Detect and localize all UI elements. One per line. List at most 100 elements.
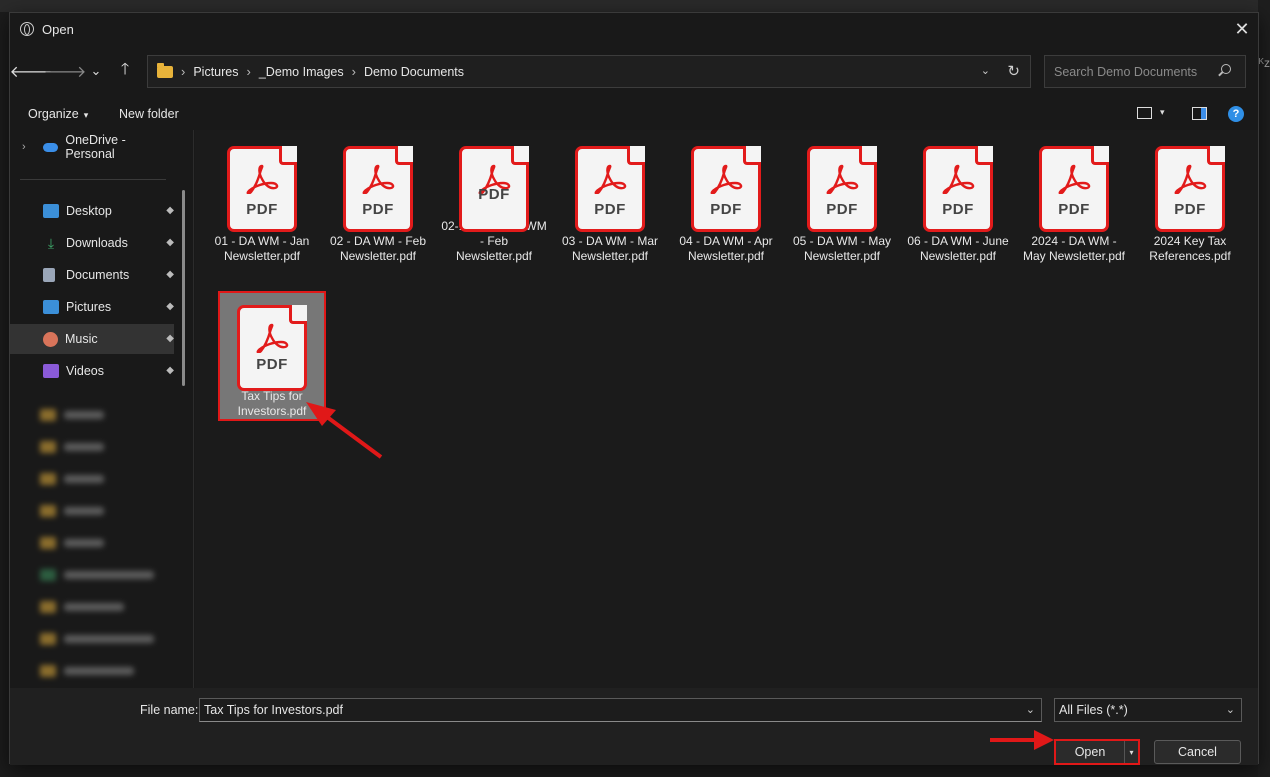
folder-icon xyxy=(157,62,173,78)
sidebar-item-label: Videos xyxy=(66,364,104,378)
address-bar[interactable]: › Pictures › _Demo Images › Demo Documen… xyxy=(147,55,1031,88)
file-name: 02 - DA WM - Feb Newsletter.pdf xyxy=(329,234,427,263)
videos-icon xyxy=(43,364,59,378)
file-item[interactable]: PDF 04 - DA WM - Apr Newsletter.pdf xyxy=(672,134,780,264)
blurred-folder-item[interactable] xyxy=(40,662,170,680)
file-item[interactable]: PDF 03 - DA WM - Mar Newsletter.pdf xyxy=(556,134,664,264)
acrobat-logo-icon xyxy=(256,323,289,353)
sidebar-scrollbar[interactable] xyxy=(182,190,185,386)
pdf-file-icon: PDF xyxy=(807,146,877,232)
open-button-label: Open xyxy=(1074,745,1106,759)
help-button[interactable]: ? xyxy=(1228,106,1244,122)
up-button[interactable]: 🡑 xyxy=(113,59,137,83)
blurred-folder-item[interactable] xyxy=(40,534,170,552)
view-options-icon[interactable] xyxy=(1137,107,1152,119)
sidebar-divider xyxy=(20,179,166,180)
pin-icon[interactable]: ◆ xyxy=(166,301,174,312)
blurred-folder-item[interactable] xyxy=(40,566,170,584)
back-button[interactable]: 🡐 xyxy=(10,59,53,83)
breadcrumb-pictures[interactable]: Pictures xyxy=(193,65,238,79)
pictures-icon xyxy=(43,300,59,314)
cancel-button[interactable]: Cancel xyxy=(1154,740,1241,764)
sidebar-item-music[interactable]: Music ◆ xyxy=(10,324,174,354)
sidebar-item-label: Desktop xyxy=(66,204,112,218)
file-item[interactable]: PDF 2024 Key Tax References.pdf xyxy=(1136,134,1244,264)
pdf-file-icon: PDF xyxy=(575,146,645,232)
recent-locations-button[interactable]: ⌄ xyxy=(84,59,108,83)
acrobat-logo-icon xyxy=(710,164,743,194)
search-icon xyxy=(1221,64,1231,74)
file-type-label: PDF xyxy=(1058,201,1090,218)
sidebar-item-onedrive[interactable]: › OneDrive - Personal xyxy=(10,132,174,162)
blurred-folder-item[interactable] xyxy=(40,502,170,520)
blurred-folder-item[interactable] xyxy=(40,438,170,456)
file-name-label: File name: xyxy=(140,703,199,717)
sidebar-item-label: Documents xyxy=(66,268,130,282)
file-name: 04 - DA WM - Apr Newsletter.pdf xyxy=(679,234,773,263)
dialog-title: Open xyxy=(42,21,74,37)
file-type-label: PDF xyxy=(710,201,742,218)
file-name-input[interactable]: Tax Tips for Investors.pdf ⌄ xyxy=(199,698,1042,722)
pin-icon[interactable]: ◆ xyxy=(166,237,174,248)
sidebar-item-documents[interactable]: Documents ◆ xyxy=(10,260,174,290)
file-item[interactable]: PDF 02 - DA WM - Feb Newsletter.pdf xyxy=(324,134,432,264)
file-item[interactable]: PDF Tax Tips for Investors.pdf xyxy=(218,291,326,421)
acrobat-logo-icon xyxy=(362,164,395,194)
file-item[interactable]: PDF 01 - DA WM - Jan Newsletter.pdf xyxy=(208,134,316,264)
blurred-folder-item[interactable] xyxy=(40,406,170,424)
chevron-down-icon: ▾ xyxy=(83,110,89,120)
blurred-folder-item[interactable] xyxy=(40,630,170,648)
acrobat-logo-icon xyxy=(1174,164,1207,194)
navigation-pane: › OneDrive - Personal Desktop ◆ ⤓ Downlo… xyxy=(10,130,194,688)
pin-icon[interactable]: ◆ xyxy=(166,365,174,376)
file-type-label: PDF xyxy=(826,201,858,218)
file-item[interactable]: PDF02-1 - 2024 DA WM - Feb Newsletter.pd… xyxy=(440,134,548,264)
file-type-label: PDF xyxy=(362,201,394,218)
file-type-label: PDF xyxy=(1174,201,1206,218)
file-item[interactable]: PDF 2024 - DA WM - May Newsletter.pdf xyxy=(1020,134,1128,264)
refresh-button[interactable]: ↻ xyxy=(1007,62,1020,80)
forward-button[interactable]: 🡒 xyxy=(44,59,87,83)
sidebar-item-videos[interactable]: Videos ◆ xyxy=(10,356,174,386)
file-type-label: PDF xyxy=(942,201,974,218)
new-folder-button[interactable]: New folder xyxy=(119,107,179,121)
file-type-label: PDF xyxy=(478,186,510,203)
background-app-strip xyxy=(0,0,1270,12)
close-button[interactable]: ✕ xyxy=(1226,13,1258,45)
acrobat-logo-icon xyxy=(826,164,859,194)
background-text: ᴷz xyxy=(1258,56,1270,70)
open-button[interactable]: Open ▾ xyxy=(1054,739,1140,765)
documents-icon xyxy=(43,268,55,282)
sidebar-item-pictures[interactable]: Pictures ◆ xyxy=(10,292,174,322)
address-dropdown-button[interactable]: ⌄ xyxy=(981,64,990,77)
organize-button[interactable]: Organize ▾ xyxy=(28,107,88,121)
command-bar: Organize ▾ New folder ▾ ? xyxy=(10,99,1258,129)
preview-pane-icon[interactable] xyxy=(1192,107,1207,120)
chevron-right-icon[interactable]: › xyxy=(22,141,26,153)
blurred-folder-item[interactable] xyxy=(40,470,170,488)
pin-icon[interactable]: ◆ xyxy=(166,269,174,280)
open-dialog: Open ✕ 🡐 🡒 ⌄ 🡑 › Pictures › _Demo Images… xyxy=(9,12,1259,765)
breadcrumb-demo-images[interactable]: _Demo Images xyxy=(259,65,344,79)
search-input[interactable]: Search Demo Documents xyxy=(1044,55,1246,88)
acrobat-logo-icon xyxy=(594,164,627,194)
chevron-down-icon[interactable]: ⌄ xyxy=(1226,699,1235,721)
acrobat-logo-icon xyxy=(1058,164,1091,194)
pdf-file-icon: PDF xyxy=(1039,146,1109,232)
pin-icon[interactable]: ◆ xyxy=(166,333,174,344)
breadcrumb-demo-documents[interactable]: Demo Documents xyxy=(364,65,464,79)
pdf-file-icon: PDF xyxy=(923,146,993,232)
sidebar-item-desktop[interactable]: Desktop ◆ xyxy=(10,196,174,226)
open-options-dropdown[interactable]: ▾ xyxy=(1124,741,1138,763)
file-item[interactable]: PDF 05 - DA WM - May Newsletter.pdf xyxy=(788,134,896,264)
chevron-down-icon[interactable]: ▾ xyxy=(1160,107,1165,118)
chevron-down-icon[interactable]: ⌄ xyxy=(1026,699,1035,721)
search-placeholder: Search Demo Documents xyxy=(1054,64,1198,79)
file-type-select[interactable]: All Files (*.*) ⌄ xyxy=(1054,698,1242,722)
blurred-folder-item[interactable] xyxy=(40,598,170,616)
pin-icon[interactable]: ◆ xyxy=(166,205,174,216)
file-type-label: PDF xyxy=(594,201,626,218)
file-item[interactable]: PDF 06 - DA WM - June Newsletter.pdf xyxy=(904,134,1012,264)
downloads-icon: ⤓ xyxy=(47,235,55,251)
sidebar-item-downloads[interactable]: ⤓ Downloads ◆ xyxy=(10,228,174,258)
